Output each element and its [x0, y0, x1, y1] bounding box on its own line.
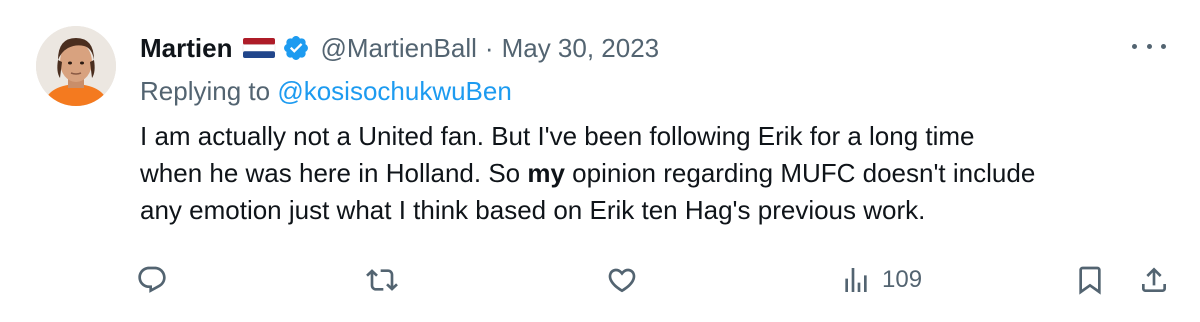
tweet-text-line: any emotion just what I think based on E…	[140, 195, 926, 225]
reply-button[interactable]	[136, 258, 168, 302]
tweet-text-bold: my	[527, 158, 565, 188]
replying-to-link[interactable]: @kosisochukwuBen	[277, 76, 512, 106]
replying-prefix: Replying to	[140, 76, 271, 106]
author-name[interactable]: Martien	[140, 33, 232, 64]
tweet-text: I am actually not a United fan. But I've…	[140, 118, 1180, 229]
more-dot	[1132, 43, 1137, 49]
tweet-text-line: when he was here in Holland. So my opini…	[140, 155, 1180, 192]
more-icon[interactable]	[1132, 34, 1166, 58]
views-button[interactable]: 109	[840, 258, 922, 302]
avatar-image	[36, 26, 116, 106]
more-dot	[1161, 43, 1166, 49]
netherlands-flag-icon	[242, 36, 276, 60]
bookmark-button[interactable]	[1074, 258, 1106, 302]
tweet-text-segment: when he was here in Holland. So	[140, 158, 528, 188]
share-button[interactable]	[1138, 258, 1170, 302]
avatar[interactable]	[36, 26, 116, 106]
separator-dot: ·	[484, 32, 494, 63]
views-icon	[845, 268, 867, 292]
retweet-button[interactable]	[366, 258, 398, 302]
views-count: 109	[882, 266, 923, 293]
author-handle[interactable]: @MartienBall	[320, 33, 476, 64]
reply-icon	[138, 266, 166, 293]
verified-badge-icon[interactable]	[282, 34, 310, 62]
more-dot	[1146, 43, 1152, 49]
tweet-header: Martien @MartienBall · May 30, 2023	[140, 30, 659, 66]
tweet[interactable]: Martien @MartienBall · May 30, 2023 Repl…	[0, 0, 1200, 322]
replying-to-line: Replying to @kosisochukwuBen	[140, 76, 512, 107]
tweet-date[interactable]: May 30, 2023	[502, 33, 660, 64]
bookmark-icon	[1079, 266, 1101, 295]
like-button[interactable]	[606, 258, 638, 302]
share-icon	[1142, 267, 1166, 292]
tweet-text-line: I am actually not a United fan. But I've…	[140, 121, 975, 151]
retweet-icon	[366, 269, 398, 291]
like-icon	[608, 268, 636, 293]
tweet-text-segment: opinion regarding MUFC doesn't include	[564, 158, 1036, 188]
action-bar: 109	[0, 258, 1200, 302]
